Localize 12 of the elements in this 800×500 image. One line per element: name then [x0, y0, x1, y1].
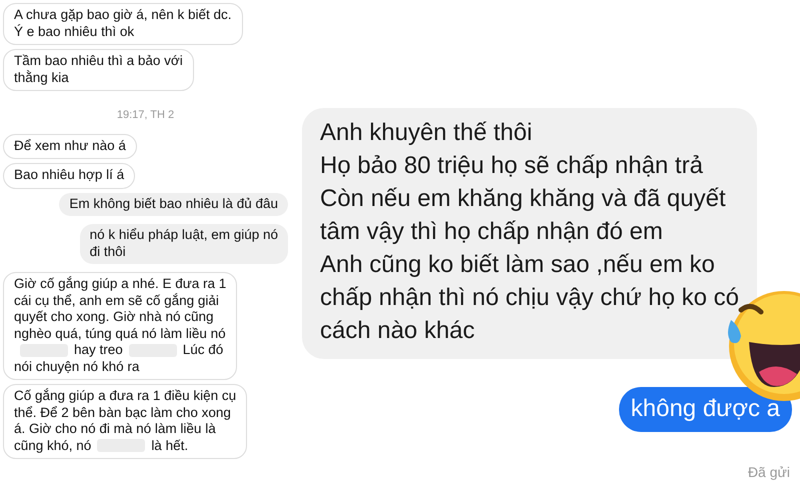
message-bubble: Tầm bao nhiêu thì a bảo với thằng kia: [3, 49, 194, 91]
message-bubble: Cố gắng giúp a đưa ra 1 điều kiện cụ thể. Để 2 bên bàn bạc làm cho xong á. Giờ cho nó đi mà nó làm liều là cũng khó, nó là hết.: [3, 384, 248, 459]
message-bubble: Để xem như nào á: [3, 134, 137, 159]
message-bubble: Anh khuyên thế thôi Họ bảo 80 triệu họ sẽ chấp nhận trả Còn nếu em khăng khăng và đã quyết tâm vậy thì họ chấp nhận đó em Anh cũng ko biết làm sao ,nếu em ko chấp nhận thì nó chịu vậy chứ họ ko có cách nào khác: [302, 108, 757, 359]
message-bubble: không được a: [618, 387, 792, 432]
message-bubble: Em không biết bao nhiêu là đủ đâu: [59, 192, 288, 216]
message-bubble: A chưa gặp bao giờ á, nên k biết dc. Ý e bao nhiêu thì ok: [3, 3, 243, 45]
message-bubble: Bao nhiêu hợp lí á: [3, 163, 136, 188]
message-bubble: nó k hiểu pháp luật, em giúp nó đi thôi: [80, 224, 288, 264]
timestamp: 19:17, TH 2: [116, 108, 174, 123]
delivery-status: Đã gửi: [748, 463, 790, 482]
message-bubble: Giờ cố gắng giúp a nhé. E đưa ra 1 cái cụ thể, anh em sẽ cố gắng giải quyết cho xong. Giờ nhà nó cũng nghèo quá, túng quá nó làm liều nó hay treo Lúc đó nói chuyện nó khó ra: [3, 272, 238, 380]
